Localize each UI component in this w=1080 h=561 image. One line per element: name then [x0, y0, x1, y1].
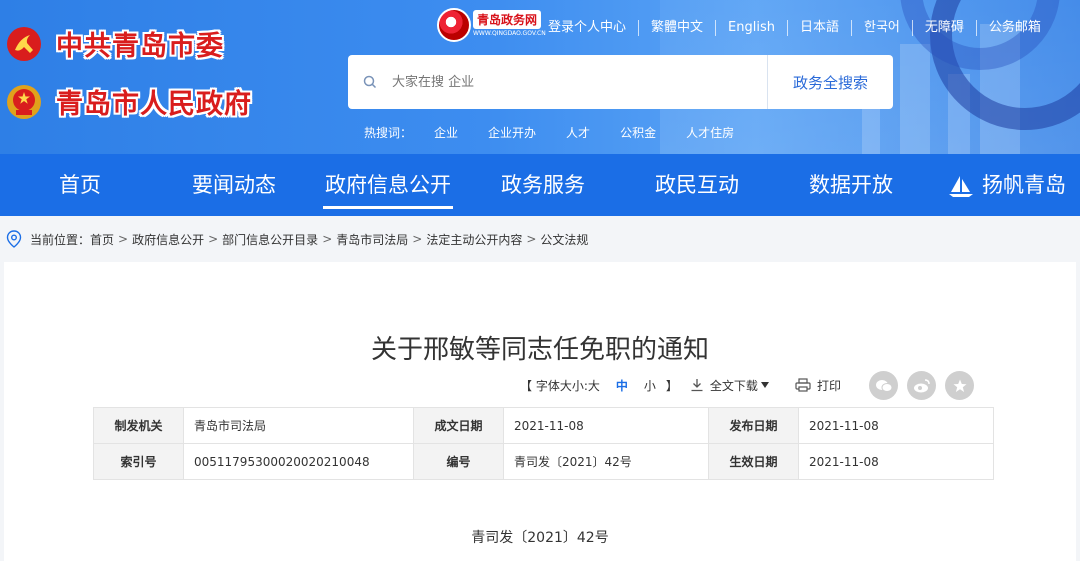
meta-key: 成文日期 — [413, 407, 504, 444]
article-tools: 【 字体大小: 大 中 小 】 全文下载 打印 — [520, 376, 841, 394]
top-link-login[interactable]: 登录个人中心 — [548, 20, 638, 36]
download-icon — [691, 379, 703, 392]
breadcrumb-separator: > — [322, 232, 333, 246]
wechat-share-icon[interactable] — [869, 371, 898, 400]
breadcrumb-separator: > — [526, 232, 537, 246]
nav-item-news[interactable]: 要闻动态 — [184, 154, 284, 216]
nav-item-services[interactable]: 政务服务 — [493, 154, 593, 216]
hot-words-label: 热搜词： — [364, 126, 413, 140]
top-link-korean[interactable]: 한국어 — [851, 20, 912, 36]
top-link-mail[interactable]: 公务邮箱 — [975, 20, 1053, 36]
nav-item-home[interactable]: 首页 — [40, 154, 120, 216]
top-link-traditional-chinese[interactable]: 繁體中文 — [638, 20, 715, 36]
party-emblem-icon — [7, 26, 41, 61]
top-link-accessibility[interactable]: 无障碍 — [911, 20, 976, 36]
meta-key: 编号 — [413, 443, 504, 480]
meta-value: 2021-11-08 — [798, 443, 994, 480]
document-number: 青司发〔2021〕42号 — [471, 530, 609, 546]
breadcrumb-label: 当前位置： — [30, 232, 91, 247]
search-button[interactable]: 政务全搜索 — [767, 55, 893, 109]
meta-value: 青岛市司法局 — [183, 407, 414, 444]
weibo-share-icon[interactable] — [907, 371, 936, 400]
meta-value: 青司发〔2021〕42号 — [503, 443, 709, 480]
portal-badge[interactable]: 青岛政务网 WWW.QINGDAO.GOV.CN — [437, 6, 546, 44]
top-links: 登录个人中心 繁體中文 English 日本語 한국어 无障碍 公务邮箱 — [548, 20, 1053, 36]
nav-item-open-data[interactable]: 数据开放 — [801, 154, 901, 216]
main-nav: 首页 要闻动态 政府信息公开 政务服务 政民互动 数据开放 扬帆青岛 — [0, 154, 1080, 216]
font-size-label: 【 字体大小: — [520, 378, 588, 393]
government-logo-text: 青岛市人民政府 — [56, 89, 252, 120]
nav-item-qingdao[interactable]: 扬帆青岛 — [944, 154, 1070, 216]
site-header: 中共青岛市委 青岛市人民政府 青岛政务网 WWW.QINGDAO.GOV.CN … — [0, 0, 1080, 154]
printer-icon — [795, 378, 811, 392]
globe-icon — [437, 8, 471, 42]
document-meta-table: 制发机关 青岛市司法局 成文日期 2021-11-08 发布日期 2021-11… — [93, 407, 994, 480]
meta-key: 发布日期 — [708, 407, 799, 444]
meta-key: 生效日期 — [708, 443, 799, 480]
breadcrumb-item[interactable]: 政府信息公开 — [132, 231, 204, 248]
article-title: 关于邢敏等同志任免职的通知 — [370, 335, 709, 365]
favorite-star-icon[interactable] — [945, 371, 974, 400]
meta-key: 索引号 — [93, 443, 184, 480]
breadcrumb-item[interactable]: 法定主动公开内容 — [426, 231, 522, 248]
breadcrumb-item[interactable]: 公文法规 — [540, 231, 588, 248]
font-size-medium[interactable]: 中 — [616, 377, 628, 394]
hot-word[interactable]: 公积金 — [620, 124, 656, 141]
meta-value: 00511795300020020210048 — [183, 443, 414, 480]
government-logo[interactable]: 青岛市人民政府 — [6, 82, 252, 121]
meta-value: 2021-11-08 — [503, 407, 709, 444]
breadcrumb-separator: > — [118, 232, 129, 246]
print-label: 打印 — [816, 378, 841, 393]
search-icon[interactable] — [348, 55, 392, 109]
hot-words: 热搜词： 企业 企业开办 人才 公积金 人才住房 — [364, 124, 764, 141]
breadcrumb: 当前位置： 首页 > 政府信息公开 > 部门信息公开目录 > 青岛市司法局 > … — [0, 216, 1080, 262]
hot-word[interactable]: 人才 — [566, 124, 590, 141]
breadcrumb-separator: > — [208, 232, 219, 246]
font-size-large[interactable]: 大 — [588, 377, 600, 394]
location-pin-icon — [6, 230, 22, 248]
search-input[interactable] — [392, 55, 767, 109]
breadcrumb-separator: > — [412, 232, 423, 246]
hot-word[interactable]: 企业 — [434, 124, 458, 141]
nav-item-qingdao-label: 扬帆青岛 — [982, 173, 1066, 197]
table-row: 制发机关 青岛市司法局 成文日期 2021-11-08 发布日期 2021-11… — [93, 407, 994, 444]
top-link-japanese[interactable]: 日本語 — [786, 20, 851, 36]
meta-value: 2021-11-08 — [798, 407, 994, 444]
table-row: 索引号 00511795300020020210048 编号 青司发〔2021〕… — [93, 443, 994, 480]
hot-word[interactable]: 人才住房 — [686, 124, 734, 141]
skyline-tower — [900, 44, 930, 154]
breadcrumb-item[interactable]: 青岛市司法局 — [336, 231, 408, 248]
caret-down-icon — [760, 382, 769, 388]
search-bar: 政务全搜索 — [348, 55, 893, 109]
portal-domain: WWW.QINGDAO.GOV.CN — [473, 30, 546, 37]
nav-item-gov-info[interactable]: 政府信息公开 — [323, 154, 453, 216]
breadcrumb-item[interactable]: 部门信息公开目录 — [222, 231, 318, 248]
sailboat-icon — [949, 176, 973, 197]
hot-word[interactable]: 企业开办 — [488, 124, 536, 141]
share-bar — [869, 371, 983, 400]
download-label: 全文下载 — [709, 378, 758, 393]
top-link-english[interactable]: English — [715, 20, 787, 36]
font-size-close: 】 — [665, 378, 678, 393]
meta-key: 制发机关 — [93, 407, 184, 444]
print-button[interactable]: 打印 — [795, 377, 841, 394]
font-size-small[interactable]: 小 — [644, 377, 656, 394]
nav-item-interaction[interactable]: 政民互动 — [647, 154, 747, 216]
party-logo-text: 中共青岛市委 — [56, 31, 224, 62]
party-logo[interactable]: 中共青岛市委 — [6, 24, 224, 63]
national-emblem-icon — [7, 84, 41, 119]
download-button[interactable]: 全文下载 — [690, 377, 775, 394]
portal-title: 青岛政务网 — [473, 10, 542, 29]
breadcrumb-item[interactable]: 首页 — [90, 231, 114, 248]
